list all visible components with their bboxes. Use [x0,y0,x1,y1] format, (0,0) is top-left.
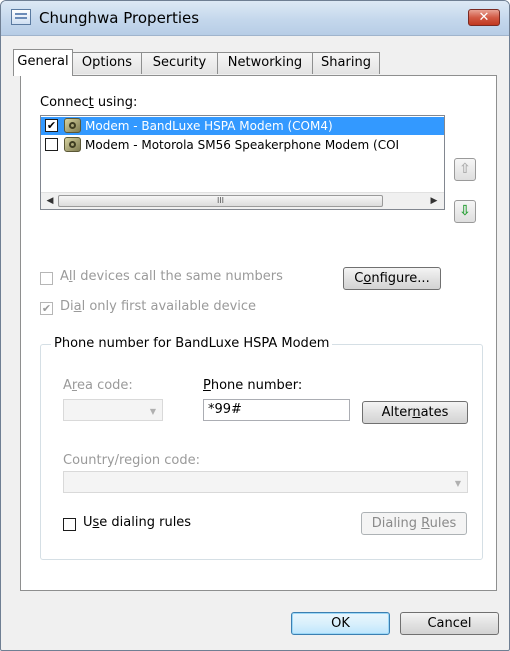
close-icon: ✕ [478,10,490,25]
chevron-down-icon: ▼ [149,407,156,416]
scroll-right-icon[interactable]: ▶ [427,195,441,208]
move-down-button[interactable]: ⇩ [454,200,476,223]
all-devices-label: All devices call the same numbers [60,269,283,284]
dial-first-checkbox[interactable]: ✔ [40,302,53,315]
device-name: Modem - BandLuxe HSPA Modem (COM4) [85,119,333,133]
country-region-label: Country/region code: [63,453,201,468]
chevron-down-icon: ▼ [454,479,461,488]
device-checkbox-bandluxe[interactable]: ✔ [45,119,58,132]
close-button[interactable]: ✕ [468,9,500,26]
scrollbar-thumb[interactable]: III [58,195,383,207]
move-up-button[interactable]: ⇧ [454,158,476,181]
modem-icon [64,137,81,152]
properties-window: Chunghwa Properties ✕ General Options Se… [0,0,510,651]
phone-number-group-title: Phone number for BandLuxe HSPA Modem [51,336,333,351]
country-region-dropdown[interactable]: ▼ [63,471,468,493]
tab-networking[interactable]: Networking [217,52,313,74]
alternates-button[interactable]: Alternates [362,401,468,424]
area-code-dropdown[interactable]: ▼ [63,399,163,421]
connect-using-label: Connect using: [40,95,138,110]
device-row-bandluxe[interactable]: ✔ Modem - BandLuxe HSPA Modem (COM4) [41,117,444,135]
tab-general[interactable]: General [13,49,73,76]
configure-button[interactable]: Configure... [343,267,441,290]
thumb-grip: III [216,196,225,205]
arrow-down-icon: ⇩ [459,203,471,219]
network-connection-icon [11,9,31,25]
tab-security[interactable]: Security [141,52,218,74]
dial-first-label: Dial only first available device [60,299,257,314]
phone-number-field[interactable]: *99# [203,399,350,421]
dialing-rules-button[interactable]: Dialing Rules [361,512,467,535]
use-dialing-rules-label: Use dialing rules [83,515,192,530]
tab-options[interactable]: Options [72,52,142,74]
tab-sharing[interactable]: Sharing [312,52,380,74]
title-bar[interactable]: Chunghwa Properties ✕ [1,1,509,36]
scroll-left-icon[interactable]: ◀ [43,195,57,208]
area-code-label: Area code: [63,378,133,393]
horizontal-scrollbar[interactable]: ◀ III ▶ [41,192,444,209]
phone-number-label: Phone number: [203,378,303,393]
dialog-client-area: General Options Security Networking Shar… [2,36,508,650]
tab-panel-general: Connect using: ✔ Modem - BandLuxe HSPA M… [20,75,497,591]
all-devices-checkbox[interactable] [40,272,53,285]
modem-icon [64,118,81,133]
ok-button[interactable]: OK [291,612,390,635]
device-list[interactable]: ✔ Modem - BandLuxe HSPA Modem (COM4) Mod… [40,115,445,210]
window-title: Chunghwa Properties [39,9,200,27]
device-checkbox-motorola[interactable] [45,138,58,151]
use-dialing-rules-checkbox[interactable] [63,518,76,531]
arrow-up-icon: ⇧ [459,161,471,177]
device-name: Modem - Motorola SM56 Speakerphone Modem… [85,138,400,152]
cancel-button[interactable]: Cancel [400,612,499,635]
device-row-motorola[interactable]: Modem - Motorola SM56 Speakerphone Modem… [41,136,444,154]
